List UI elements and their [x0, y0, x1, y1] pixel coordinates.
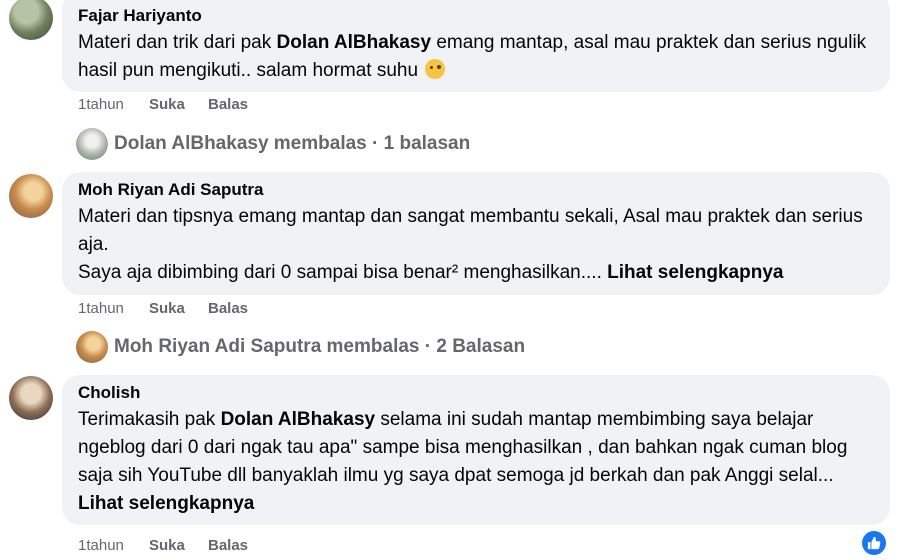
comment-time[interactable]: 1tahun — [78, 300, 149, 317]
comment-bubble-1: Fajar Hariyanto Materi dan trik dari pak… — [62, 0, 890, 92]
thinking-face-emoji-icon — [425, 59, 446, 79]
reply-button[interactable]: Balas — [208, 96, 248, 113]
comment-author[interactable]: Fajar Hariyanto — [78, 6, 874, 26]
see-more-link[interactable]: Lihat selengkapnya — [607, 262, 783, 283]
mention-link[interactable]: Dolan AlBhakasy — [221, 409, 376, 430]
reply-button[interactable]: Balas — [208, 300, 248, 317]
like-button[interactable]: Suka — [149, 96, 208, 113]
comment-actions-3: 1tahun Suka Balas — [78, 537, 248, 554]
avatar-dolan — [76, 128, 108, 160]
comment-author[interactable]: Moh Riyan Adi Saputra — [78, 180, 874, 200]
avatar-fajar[interactable] — [9, 0, 53, 40]
comment-time[interactable]: 1tahun — [78, 537, 149, 554]
reply-button[interactable]: Balas — [208, 537, 248, 554]
replies-summary[interactable]: Dolan AlBhakasy membalas · 1 balasan — [114, 133, 470, 155]
avatar-moh-riyan[interactable] — [9, 174, 53, 218]
comment-text: Terimakasih pak Dolan AlBhakasy selama i… — [78, 409, 848, 514]
comment-text: Materi dan trik dari pak Dolan AlBhakasy… — [78, 32, 867, 81]
thumbs-up-glyph — [867, 536, 881, 550]
comment-author[interactable]: Cholish — [78, 383, 874, 403]
see-more-link[interactable]: Lihat selengkapnya — [78, 493, 254, 514]
comment-actions-1: 1tahun Suka Balas — [78, 96, 248, 113]
like-button[interactable]: Suka — [149, 537, 208, 554]
thumbs-up-icon[interactable] — [862, 531, 886, 555]
comment-text: Materi dan tipsnya emang mantap dan sang… — [78, 206, 863, 283]
comment-bubble-2: Moh Riyan Adi Saputra Materi dan tipsnya… — [62, 172, 890, 295]
like-button[interactable]: Suka — [149, 300, 208, 317]
replies-summary[interactable]: Moh Riyan Adi Saputra membalas · 2 Balas… — [114, 336, 525, 358]
avatar-moh-riyan-small — [76, 331, 108, 363]
mention-link[interactable]: Dolan AlBhakasy — [277, 32, 432, 53]
comment-actions-2: 1tahun Suka Balas — [78, 300, 248, 317]
comment-time[interactable]: 1tahun — [78, 96, 149, 113]
avatar-cholish[interactable] — [9, 376, 53, 420]
comment-bubble-3: Cholish Terimakasih pak Dolan AlBhakasy … — [62, 375, 890, 525]
